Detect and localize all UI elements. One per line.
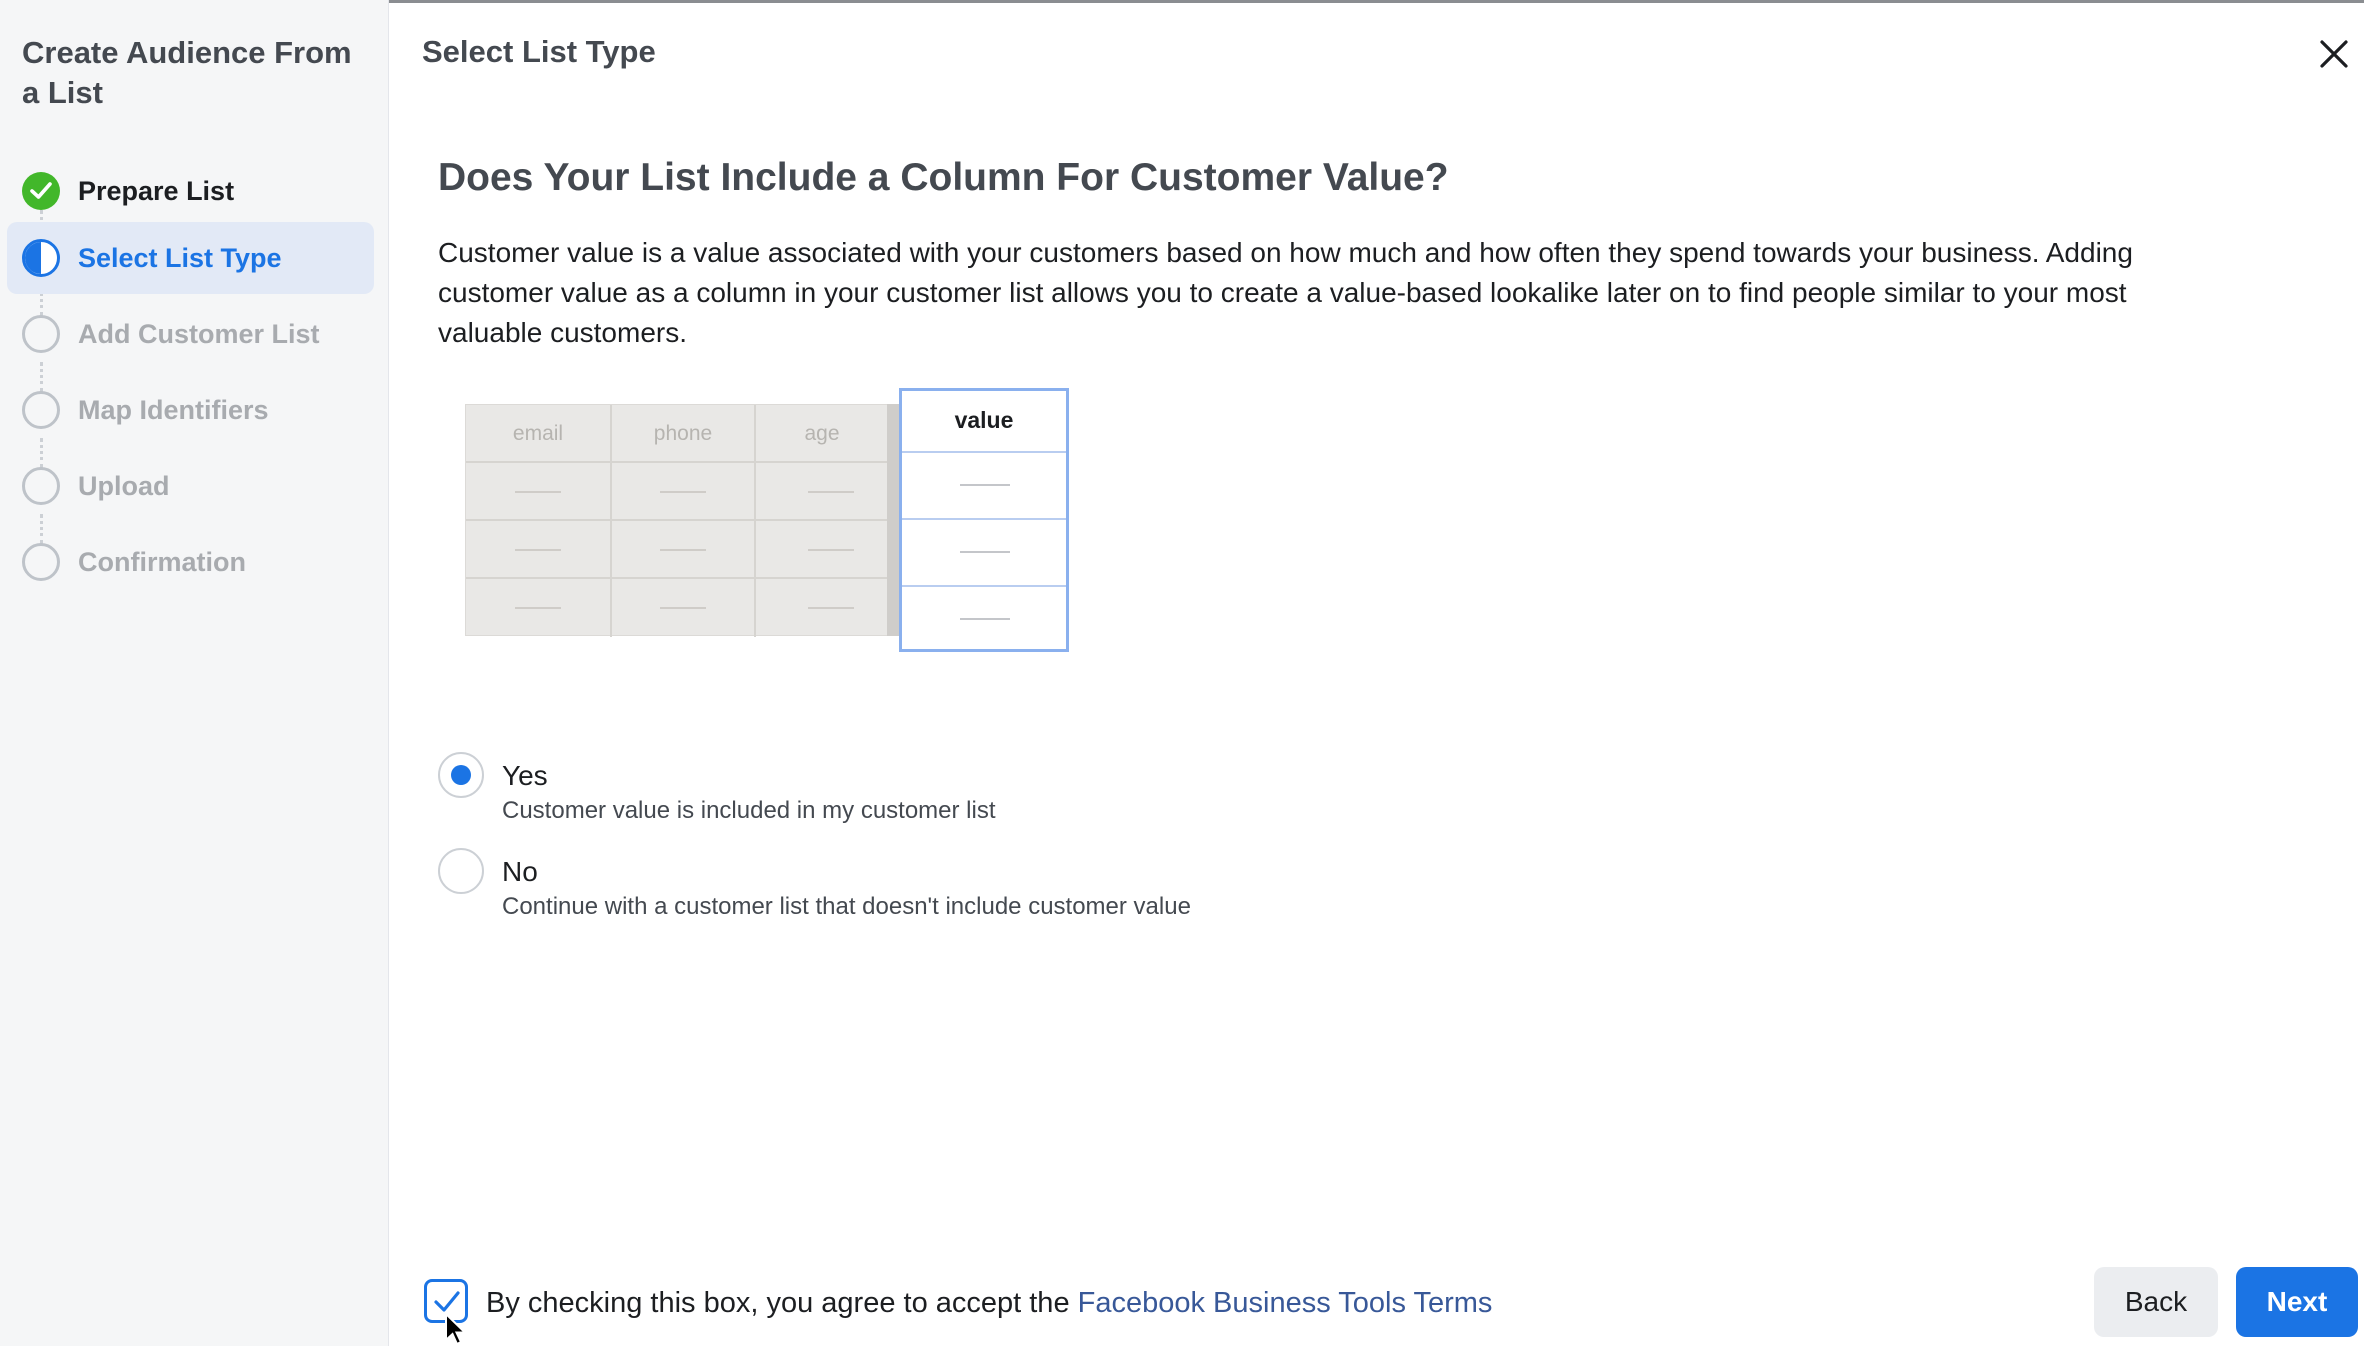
option-yes-title: Yes (502, 760, 548, 791)
sidebar: Create Audience From a List Prepare List… (0, 0, 389, 1346)
customer-list-illustration: email phone age value (465, 388, 1069, 654)
value-column: value (899, 388, 1069, 652)
option-no-subtitle: Continue with a customer list that doesn… (502, 893, 1191, 920)
terms-text: By checking this box, you agree to accep… (486, 1287, 1070, 1319)
step-label: Prepare List (78, 176, 235, 206)
column-header-age: age (804, 422, 840, 445)
option-no[interactable]: No Continue with a customer list that do… (438, 848, 1338, 928)
sample-table: email phone age (465, 404, 898, 637)
close-icon (2320, 40, 2348, 68)
half-circle-icon (22, 239, 60, 277)
option-no-title: No (502, 856, 538, 887)
column-header-phone: phone (653, 422, 713, 445)
dialog-title: Select List Type (422, 34, 656, 69)
step-add-customer-list[interactable]: Add Customer List (7, 298, 374, 370)
step-label: Map Identifiers (78, 395, 269, 425)
step-label: Select List Type (78, 243, 282, 273)
step-label: Add Customer List (78, 319, 320, 349)
step-select-list-type[interactable]: Select List Type (7, 222, 374, 294)
back-button[interactable]: Back (2094, 1267, 2218, 1337)
mouse-pointer-icon (445, 1312, 468, 1346)
step-label: Upload (78, 471, 170, 501)
step-upload[interactable]: Upload (7, 450, 374, 522)
option-yes-subtitle: Customer value is included in my custome… (502, 797, 996, 824)
radio-no[interactable] (438, 848, 484, 894)
step-map-identifiers[interactable]: Map Identifiers (7, 374, 374, 446)
empty-circle-icon (22, 391, 60, 429)
step-prepare-list[interactable]: Prepare List (7, 155, 374, 227)
terms-statement: By checking this box, you agree to accep… (486, 1285, 1492, 1321)
sidebar-title: Create Audience From a List (22, 35, 352, 110)
empty-circle-icon (22, 467, 60, 505)
column-header-value: value (954, 407, 1014, 433)
terms-link[interactable]: Facebook Business Tools Terms (1078, 1287, 1493, 1319)
close-button[interactable] (2314, 34, 2354, 74)
column-header-email: email (512, 422, 564, 445)
empty-circle-icon (22, 543, 60, 581)
description-text: Customer value is a value associated wit… (438, 237, 2133, 348)
question-heading: Does Your List Include a Column For Cust… (438, 156, 1449, 199)
radio-yes[interactable] (438, 752, 484, 798)
option-yes[interactable]: Yes Customer value is included in my cus… (438, 752, 1338, 832)
step-label: Confirmation (78, 547, 246, 577)
step-confirmation[interactable]: Confirmation (7, 526, 374, 598)
check-circle-icon (22, 172, 60, 210)
next-button[interactable]: Next (2236, 1267, 2358, 1337)
empty-circle-icon (22, 315, 60, 353)
